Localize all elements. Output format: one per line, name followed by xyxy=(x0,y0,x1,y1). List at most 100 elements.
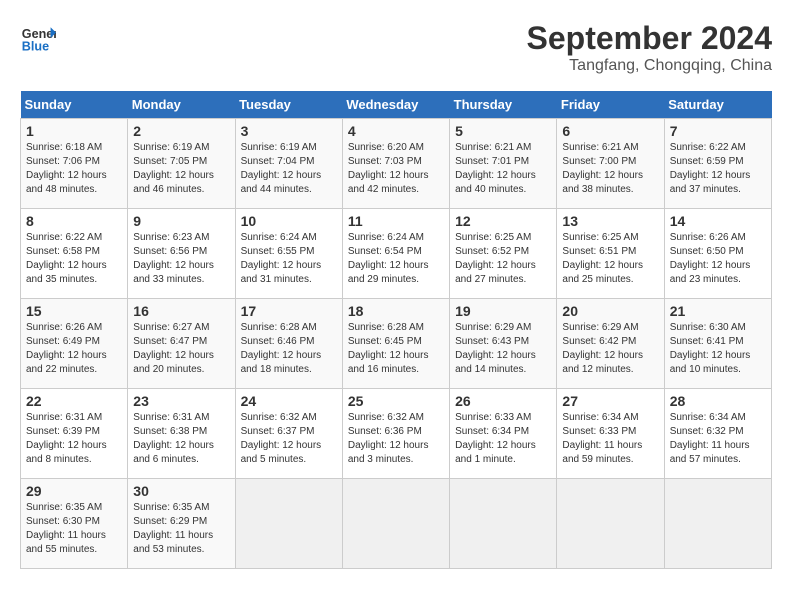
day-number: 26 xyxy=(455,393,551,409)
day-info: Sunrise: 6:28 AM Sunset: 6:46 PM Dayligh… xyxy=(241,321,337,377)
header: General Blue September 2024 Tangfang, Ch… xyxy=(20,20,772,75)
day-number: 7 xyxy=(670,123,766,139)
calendar-week-row: 22 Sunrise: 6:31 AM Sunset: 6:39 PM Dayli… xyxy=(21,389,772,479)
calendar-header-saturday: Saturday xyxy=(664,91,771,119)
calendar-cell: 2 Sunrise: 6:19 AM Sunset: 7:05 PM Daylig… xyxy=(128,119,235,209)
calendar-week-row: 29Sunrise: 6:35 AM Sunset: 6:30 PM Dayli… xyxy=(21,479,772,569)
day-info: Sunrise: 6:22 AM Sunset: 6:59 PM Dayligh… xyxy=(670,141,766,197)
day-info: Sunrise: 6:25 AM Sunset: 6:51 PM Dayligh… xyxy=(562,231,658,287)
day-info: Sunrise: 6:32 AM Sunset: 6:37 PM Dayligh… xyxy=(241,411,337,467)
calendar-cell xyxy=(557,479,664,569)
day-info: Sunrise: 6:28 AM Sunset: 6:45 PM Dayligh… xyxy=(348,321,444,377)
calendar-cell: 9Sunrise: 6:23 AM Sunset: 6:56 PM Daylig… xyxy=(128,209,235,299)
day-info: Sunrise: 6:21 AM Sunset: 7:01 PM Dayligh… xyxy=(455,141,551,197)
svg-text:Blue: Blue xyxy=(22,40,49,54)
day-number: 20 xyxy=(562,303,658,319)
calendar-week-row: 15 Sunrise: 6:26 AM Sunset: 6:49 PM Dayli… xyxy=(21,299,772,389)
day-number: 25 xyxy=(348,393,444,409)
calendar-cell xyxy=(450,479,557,569)
day-number: 12 xyxy=(455,213,551,229)
calendar-cell: 1 Sunrise: 6:18 AM Sunset: 7:06 PM Daylig… xyxy=(21,119,128,209)
day-number: 27 xyxy=(562,393,658,409)
day-number: 30 xyxy=(133,483,229,499)
calendar-cell: 16Sunrise: 6:27 AM Sunset: 6:47 PM Dayli… xyxy=(128,299,235,389)
day-info: Sunrise: 6:24 AM Sunset: 6:55 PM Dayligh… xyxy=(241,231,337,287)
calendar-cell: 3 Sunrise: 6:19 AM Sunset: 7:04 PM Daylig… xyxy=(235,119,342,209)
calendar-cell xyxy=(235,479,342,569)
day-number: 24 xyxy=(241,393,337,409)
day-number: 11 xyxy=(348,213,444,229)
calendar-header-friday: Friday xyxy=(557,91,664,119)
calendar-cell: 17 Sunrise: 6:28 AM Sunset: 6:46 PM Dayli… xyxy=(235,299,342,389)
calendar-cell: 30Sunrise: 6:35 AM Sunset: 6:29 PM Dayli… xyxy=(128,479,235,569)
day-number: 28 xyxy=(670,393,766,409)
day-info: Sunrise: 6:31 AM Sunset: 6:38 PM Dayligh… xyxy=(133,411,229,467)
day-info: Sunrise: 6:19 AM Sunset: 7:04 PM Dayligh… xyxy=(241,141,337,197)
calendar-header-thursday: Thursday xyxy=(450,91,557,119)
calendar-cell: 6 Sunrise: 6:21 AM Sunset: 7:00 PM Daylig… xyxy=(557,119,664,209)
calendar-cell: 19 Sunrise: 6:29 AM Sunset: 6:43 PM Dayli… xyxy=(450,299,557,389)
day-number: 5 xyxy=(455,123,551,139)
logo: General Blue xyxy=(20,20,56,56)
calendar-cell: 10 Sunrise: 6:24 AM Sunset: 6:55 PM Dayli… xyxy=(235,209,342,299)
calendar-cell: 4 Sunrise: 6:20 AM Sunset: 7:03 PM Daylig… xyxy=(342,119,449,209)
day-number: 1 xyxy=(26,123,122,139)
location: Tangfang, Chongqing, China xyxy=(527,57,772,75)
calendar-header-monday: Monday xyxy=(128,91,235,119)
calendar-header-wednesday: Wednesday xyxy=(342,91,449,119)
day-number: 3 xyxy=(241,123,337,139)
day-info: Sunrise: 6:26 AM Sunset: 6:49 PM Dayligh… xyxy=(26,321,122,377)
day-number: 4 xyxy=(348,123,444,139)
title-area: September 2024 Tangfang, Chongqing, Chin… xyxy=(527,20,772,75)
day-info: Sunrise: 6:30 AM Sunset: 6:41 PM Dayligh… xyxy=(670,321,766,377)
calendar-cell: 27 Sunrise: 6:34 AM Sunset: 6:33 PM Dayli… xyxy=(557,389,664,479)
day-info: Sunrise: 6:34 AM Sunset: 6:33 PM Dayligh… xyxy=(562,411,658,467)
calendar-cell: 28 Sunrise: 6:34 AM Sunset: 6:32 PM Dayli… xyxy=(664,389,771,479)
day-info: Sunrise: 6:32 AM Sunset: 6:36 PM Dayligh… xyxy=(348,411,444,467)
calendar-cell: 23Sunrise: 6:31 AM Sunset: 6:38 PM Dayli… xyxy=(128,389,235,479)
day-number: 21 xyxy=(670,303,766,319)
calendar-cell: 18 Sunrise: 6:28 AM Sunset: 6:45 PM Dayli… xyxy=(342,299,449,389)
calendar-cell: 24 Sunrise: 6:32 AM Sunset: 6:37 PM Dayli… xyxy=(235,389,342,479)
day-info: Sunrise: 6:19 AM Sunset: 7:05 PM Dayligh… xyxy=(133,141,229,197)
calendar-cell: 12Sunrise: 6:25 AM Sunset: 6:52 PM Dayli… xyxy=(450,209,557,299)
calendar-cell: 13Sunrise: 6:25 AM Sunset: 6:51 PM Dayli… xyxy=(557,209,664,299)
calendar-cell: 5 Sunrise: 6:21 AM Sunset: 7:01 PM Daylig… xyxy=(450,119,557,209)
day-info: Sunrise: 6:34 AM Sunset: 6:32 PM Dayligh… xyxy=(670,411,766,467)
day-number: 17 xyxy=(241,303,337,319)
day-info: Sunrise: 6:33 AM Sunset: 6:34 PM Dayligh… xyxy=(455,411,551,467)
day-number: 10 xyxy=(241,213,337,229)
day-number: 15 xyxy=(26,303,122,319)
day-info: Sunrise: 6:20 AM Sunset: 7:03 PM Dayligh… xyxy=(348,141,444,197)
day-number: 29 xyxy=(26,483,122,499)
day-number: 22 xyxy=(26,393,122,409)
day-info: Sunrise: 6:31 AM Sunset: 6:39 PM Dayligh… xyxy=(26,411,122,467)
day-number: 16 xyxy=(133,303,229,319)
day-number: 2 xyxy=(133,123,229,139)
calendar-cell: 25 Sunrise: 6:32 AM Sunset: 6:36 PM Dayli… xyxy=(342,389,449,479)
calendar-cell: 29Sunrise: 6:35 AM Sunset: 6:30 PM Dayli… xyxy=(21,479,128,569)
calendar-cell: 11Sunrise: 6:24 AM Sunset: 6:54 PM Dayli… xyxy=(342,209,449,299)
calendar-cell: 21 Sunrise: 6:30 AM Sunset: 6:41 PM Dayli… xyxy=(664,299,771,389)
day-info: Sunrise: 6:29 AM Sunset: 6:42 PM Dayligh… xyxy=(562,321,658,377)
calendar-header-sunday: Sunday xyxy=(21,91,128,119)
day-info: Sunrise: 6:26 AM Sunset: 6:50 PM Dayligh… xyxy=(670,231,766,287)
day-number: 6 xyxy=(562,123,658,139)
day-number: 18 xyxy=(348,303,444,319)
calendar-cell: 14 Sunrise: 6:26 AM Sunset: 6:50 PM Dayli… xyxy=(664,209,771,299)
calendar-cell: 7 Sunrise: 6:22 AM Sunset: 6:59 PM Daylig… xyxy=(664,119,771,209)
month-year: September 2024 xyxy=(527,20,772,57)
calendar-week-row: 8Sunrise: 6:22 AM Sunset: 6:58 PM Daylig… xyxy=(21,209,772,299)
calendar-cell: 15 Sunrise: 6:26 AM Sunset: 6:49 PM Dayli… xyxy=(21,299,128,389)
calendar-header-row: SundayMondayTuesdayWednesdayThursdayFrid… xyxy=(21,91,772,119)
calendar-cell: 22 Sunrise: 6:31 AM Sunset: 6:39 PM Dayli… xyxy=(21,389,128,479)
day-number: 19 xyxy=(455,303,551,319)
calendar-cell: 20 Sunrise: 6:29 AM Sunset: 6:42 PM Dayli… xyxy=(557,299,664,389)
logo-icon: General Blue xyxy=(20,20,56,56)
day-info: Sunrise: 6:29 AM Sunset: 6:43 PM Dayligh… xyxy=(455,321,551,377)
day-number: 9 xyxy=(133,213,229,229)
calendar-week-row: 1 Sunrise: 6:18 AM Sunset: 7:06 PM Daylig… xyxy=(21,119,772,209)
day-info: Sunrise: 6:18 AM Sunset: 7:06 PM Dayligh… xyxy=(26,141,122,197)
day-number: 14 xyxy=(670,213,766,229)
day-info: Sunrise: 6:21 AM Sunset: 7:00 PM Dayligh… xyxy=(562,141,658,197)
